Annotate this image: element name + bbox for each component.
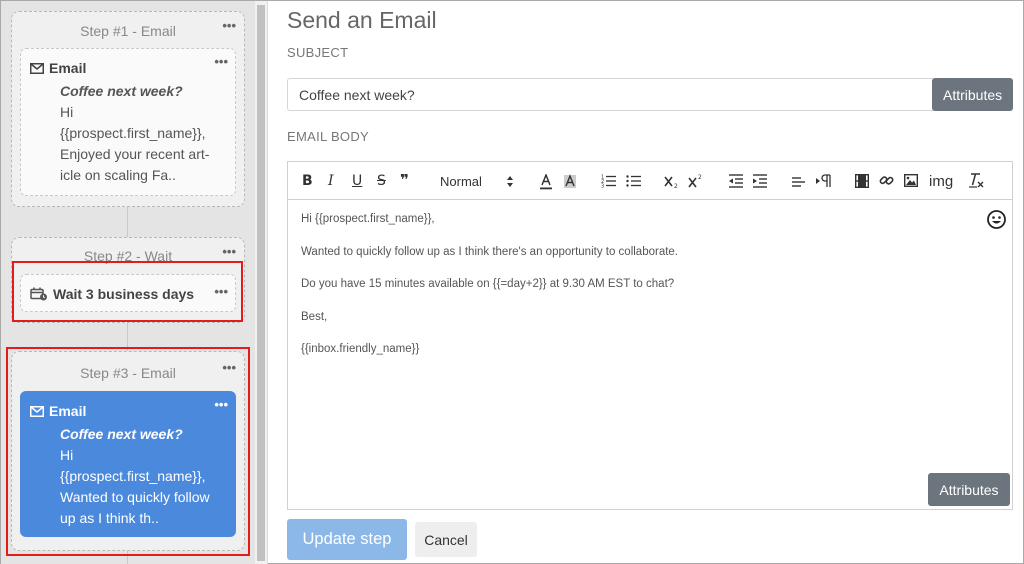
body-line: {{inbox.friendly_name}}	[301, 343, 420, 355]
card-header: Email	[30, 403, 86, 419]
background-color-icon[interactable]	[563, 174, 577, 190]
scrollbar-thumb[interactable]	[257, 5, 265, 561]
preview-line: up as I think th..	[60, 510, 159, 526]
editor-toolbar: B I U S ❞ Normal 123 2 2 img	[288, 162, 1012, 200]
svg-text:3: 3	[601, 184, 604, 189]
panel-divider	[267, 1, 268, 564]
preview-line: Wanted to quickly follow	[60, 489, 210, 505]
envelope-icon	[30, 405, 44, 417]
preview-line: Hi	[60, 447, 74, 463]
align-icon[interactable]	[792, 176, 805, 188]
preview-line: Hi	[60, 104, 74, 120]
card-subject: Coffee next week?	[60, 426, 183, 442]
video-icon[interactable]	[855, 174, 869, 188]
envelope-icon	[30, 62, 44, 74]
cancel-button[interactable]: Cancel	[415, 522, 477, 557]
body-line: Wanted to quickly follow up as I think t…	[301, 245, 679, 258]
card-type-label: Email	[49, 403, 87, 419]
subject-label: SUBJECT	[287, 45, 349, 60]
outdent-icon[interactable]	[729, 174, 743, 188]
svg-text:2: 2	[698, 174, 702, 181]
subject-input[interactable]	[287, 78, 933, 111]
svg-text:2: 2	[674, 183, 678, 189]
step-menu-icon[interactable]: •••	[222, 245, 236, 258]
card-subject: Coffee next week?	[60, 83, 183, 99]
card-menu-icon[interactable]: •••	[214, 285, 228, 298]
step-1[interactable]: Step #1 - Email ••• Email ••• Coffee nex…	[11, 11, 245, 207]
superscript-icon[interactable]: 2	[688, 174, 704, 188]
email-body-content[interactable]: Hi {{prospect.first_name}}, Wanted to qu…	[301, 213, 972, 376]
step-title: Step #3 - Email	[80, 365, 176, 381]
step-menu-icon[interactable]: •••	[222, 19, 236, 32]
heading-select[interactable]: Normal	[440, 173, 482, 191]
step-title: Step #2 - Wait	[83, 248, 173, 264]
italic-button[interactable]: I	[328, 172, 334, 190]
preview-line: icle on scaling Fa..	[60, 167, 176, 183]
page-title: Send an Email	[287, 7, 437, 33]
body-line: Hi {{prospect.first_name}},	[301, 213, 435, 225]
bullet-list-icon[interactable]	[626, 174, 641, 188]
wait-card[interactable]: Wait 3 business days •••	[20, 274, 236, 312]
email-body-editor[interactable]: B I U S ❞ Normal 123 2 2 img Hi {{prospe…	[287, 161, 1013, 510]
body-line: Best,	[301, 310, 328, 323]
image-icon[interactable]	[904, 174, 918, 187]
sequence-scrollbar[interactable]	[255, 1, 267, 564]
preview-line: {{prospect.first_name}},	[60, 125, 206, 141]
select-arrows-icon	[507, 176, 513, 187]
subscript-icon[interactable]: 2	[664, 175, 680, 189]
text-direction-icon[interactable]	[816, 174, 832, 188]
update-step-button[interactable]: Update step	[287, 519, 407, 560]
card-header: Email	[30, 60, 86, 76]
card-preview: Coffee next week? Hi {{prospect.first_na…	[60, 81, 225, 186]
card-menu-icon[interactable]: •••	[214, 398, 228, 411]
link-icon[interactable]	[879, 173, 894, 188]
ordered-list-icon[interactable]: 123	[601, 174, 616, 188]
step-connector	[127, 207, 128, 237]
card-header: Wait 3 business days	[30, 286, 194, 302]
step-title: Step #1 - Email	[80, 23, 176, 39]
bold-button[interactable]: B	[302, 172, 313, 190]
body-line: Do you have 15 minutes available on {{=d…	[301, 278, 675, 290]
indent-icon[interactable]	[753, 174, 767, 188]
email-card[interactable]: Email ••• Coffee next week? Hi {{prospec…	[20, 48, 236, 196]
body-attributes-button[interactable]: Attributes	[928, 473, 1010, 506]
emoji-icon[interactable]	[987, 210, 1006, 229]
underline-button[interactable]: U	[352, 172, 362, 190]
email-body-label: EMAIL BODY	[287, 129, 369, 144]
card-menu-icon[interactable]: •••	[214, 55, 228, 68]
step-3[interactable]: Step #3 - Email ••• Email ••• Coffee nex…	[11, 351, 245, 551]
step-menu-icon[interactable]: •••	[222, 361, 236, 374]
sequence-panel: Step #1 - Email ••• Email ••• Coffee nex…	[1, 1, 255, 564]
card-preview: Coffee next week? Hi {{prospect.first_na…	[60, 424, 225, 529]
calendar-clock-icon	[30, 287, 47, 301]
email-card-selected[interactable]: Email ••• Coffee next week? Hi {{prospec…	[20, 391, 236, 537]
clear-formatting-icon[interactable]	[968, 173, 984, 189]
wait-label: Wait 3 business days	[53, 286, 195, 302]
subject-attributes-button[interactable]: Attributes	[932, 78, 1013, 111]
blockquote-button[interactable]: ❞	[400, 171, 409, 189]
step-connector	[127, 551, 128, 564]
text-color-icon[interactable]	[539, 174, 553, 190]
preview-line: Enjoyed your recent art-	[60, 146, 210, 162]
card-type-label: Email	[49, 60, 87, 76]
img-button[interactable]: img	[929, 173, 953, 191]
step-2[interactable]: Step #2 - Wait ••• Wait 3 business days …	[11, 237, 245, 323]
strikethrough-button[interactable]: S	[377, 172, 386, 190]
preview-line: {{prospect.first_name}},	[60, 468, 206, 484]
step-connector	[127, 323, 128, 351]
